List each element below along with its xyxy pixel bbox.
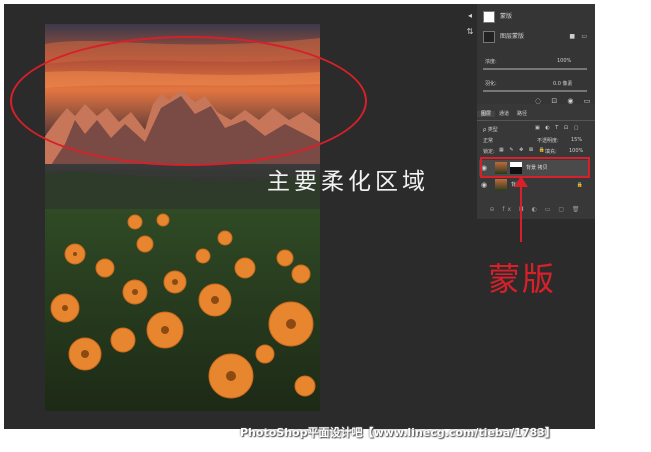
layer-filter-kind[interactable]: ρ 类型 [483,126,498,133]
photoshop-side-panel: ◂ ⇅ 蒙版 图层蒙版 ■ ▭ 浓度: 100% 羽化: 0.0 像素 ◌ ⊡ ◉… [467,4,595,219]
opacity-label: 不透明度: [537,138,559,144]
tab-channels[interactable]: 通道 [495,111,513,117]
annotation-arrow [520,178,522,242]
density-slider[interactable] [483,68,587,70]
layer-mask-row[interactable]: 图层蒙版 ■ ▭ [483,30,589,44]
mask-action-icons[interactable]: ◌ ⊡ ◉ ▭ [535,97,594,105]
layer-thumbnail [495,179,507,191]
fill-label: 填充: [545,149,557,155]
visibility-eye-icon[interactable]: ◉ [481,177,487,193]
vector-mask-icon[interactable]: ▭ [581,30,587,44]
feather-slider[interactable] [483,90,587,92]
feather-label: 羽化: [485,81,497,87]
main-softening-label: 主要柔化区域 [267,169,429,195]
properties-header: 蒙版 [483,10,512,24]
feather-value[interactable]: 0.0 像素 [553,80,573,87]
blend-mode-select[interactable]: 正常 [483,137,493,144]
layers-bottom-toolbar[interactable]: ⊝ fx ◘ ◐ ▭ ▢ 🗑 [477,204,595,216]
softening-region-ellipse [10,36,367,166]
lock-icon: 🔒 [576,182,583,188]
density-value[interactable]: 100% [557,58,571,64]
lock-label: 锁定: [483,149,495,155]
tab-layers[interactable]: 图层 [477,111,496,117]
layer-filter-icons[interactable]: ▣ ◐ T ⊡ ▢ [535,125,580,131]
mask-icon [483,10,495,23]
density-label: 浓度: [485,59,497,65]
lock-icons[interactable]: ▦ ✎ ✥ ⊠ 🔒 [499,147,547,153]
pixel-mask-icon[interactable]: ■ [569,30,575,44]
layer-row-background[interactable]: ◉ 背景 🔒 [479,177,589,193]
mask-annotation-label: 蒙版 [488,260,557,298]
watermark-text: PhotoShop平面设计吧【www.linecg.com/tieba/1783… [240,426,556,439]
layer-mask-thumbnail-icon [483,30,495,43]
panel-toggle-icons[interactable]: ◂ ⇅ [463,8,477,40]
layers-panel-tabs: 图层 通道 路径 [477,108,595,121]
tab-paths[interactable]: 路径 [513,111,531,117]
opacity-value[interactable]: 15% [571,137,582,143]
highlighted-layer-box [480,157,590,178]
fill-value[interactable]: 100% [569,148,583,154]
